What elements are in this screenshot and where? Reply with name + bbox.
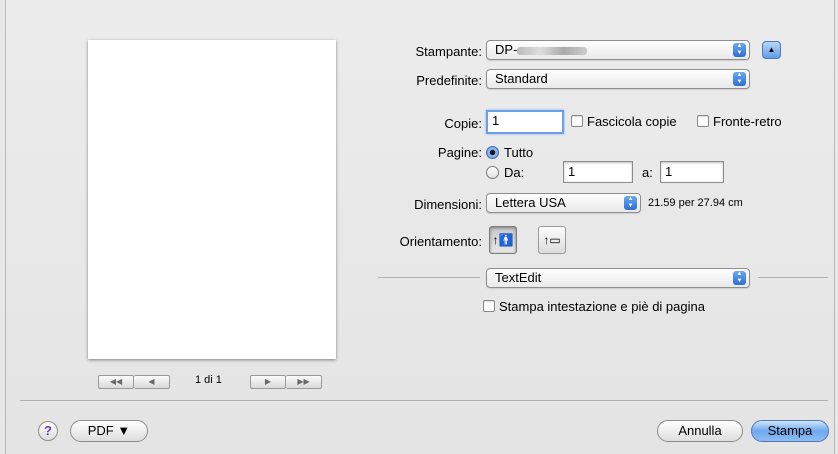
footer-divider (20, 400, 828, 401)
header-footer-checkbox[interactable] (483, 300, 495, 312)
paper-size-value: Lettera USA (495, 195, 566, 210)
up-down-arrows-icon: ▲ ▼ (624, 196, 637, 210)
app-section-value: TextEdit (495, 270, 542, 285)
portrait-icon: ↑🚹 (492, 233, 514, 247)
landscape-orientation-button[interactable]: ↑▭ (538, 226, 566, 254)
pages-from-label: Da: (504, 165, 525, 180)
collate-label: Fascicola copie (587, 114, 677, 129)
preview-page (88, 40, 336, 359)
pdf-menu-button[interactable]: PDF ▼ (70, 420, 148, 442)
app-section-select[interactable]: TextEdit ▲ ▼ (486, 268, 750, 288)
portrait-orientation-button[interactable]: ↑🚹 (489, 226, 517, 254)
presets-select[interactable]: Standard ▲ ▼ (486, 69, 750, 89)
copies-input[interactable]: 1 (486, 110, 564, 134)
redacted-name (517, 46, 588, 55)
page-count: 1 di 1 (195, 374, 222, 386)
pages-to-input[interactable]: 1 (660, 161, 724, 183)
next-last-pager: ▶ ▶▶ (250, 375, 322, 389)
duplex-checkbox[interactable] (697, 115, 709, 127)
up-down-arrows-icon: ▲ ▼ (733, 271, 746, 285)
pages-range-radio[interactable] (486, 166, 499, 179)
first-prev-pager: ◀◀ ◀ (98, 375, 170, 389)
help-button[interactable]: ? (38, 421, 58, 441)
presets-value: Standard (495, 71, 548, 86)
pages-all-radio[interactable] (486, 146, 499, 159)
prev-page-button[interactable]: ◀ (134, 375, 170, 389)
cancel-button[interactable]: Annulla (657, 420, 743, 442)
paper-size-select[interactable]: Lettera USA ▲ ▼ (486, 193, 641, 213)
pages-label: Pagine: (437, 145, 482, 160)
up-down-arrows-icon: ▲ ▼ (733, 43, 746, 57)
next-page-button[interactable]: ▶ (250, 375, 286, 389)
last-page-button[interactable]: ▶▶ (286, 375, 322, 389)
paper-size-label: Dimensioni: (414, 197, 482, 212)
orientation-label: Orientamento: (399, 234, 482, 249)
first-page-button[interactable]: ◀◀ (98, 375, 134, 389)
paper-dimensions: 21.59 per 27.94 cm (648, 197, 743, 209)
copies-label: Copie: (444, 116, 482, 131)
presets-label: Predefinite: (416, 73, 482, 88)
print-dialog: ◀◀ ◀ 1 di 1 ▶ ▶▶ Stampante: DP- ▲ ▼ ▲ Pre… (5, 0, 835, 454)
pages-to-label: a: (642, 165, 653, 180)
pages-from-input[interactable]: 1 (563, 161, 633, 183)
printer-label: Stampante: (415, 44, 483, 59)
collate-checkbox[interactable] (571, 115, 583, 127)
section-divider-right (758, 277, 828, 278)
collapse-details-button[interactable]: ▲ (762, 41, 781, 59)
header-footer-label: Stampa intestazione e piè di pagina (499, 299, 705, 314)
duplex-label: Fronte-retro (713, 114, 782, 129)
printer-value: DP- (495, 42, 518, 57)
pages-all-label: Tutto (504, 145, 534, 160)
up-down-arrows-icon: ▲ ▼ (733, 72, 746, 86)
print-button[interactable]: Stampa (751, 420, 829, 442)
landscape-icon: ↑▭ (543, 233, 561, 247)
section-divider-left (378, 277, 480, 278)
printer-select[interactable]: DP- ▲ ▼ (486, 40, 750, 60)
